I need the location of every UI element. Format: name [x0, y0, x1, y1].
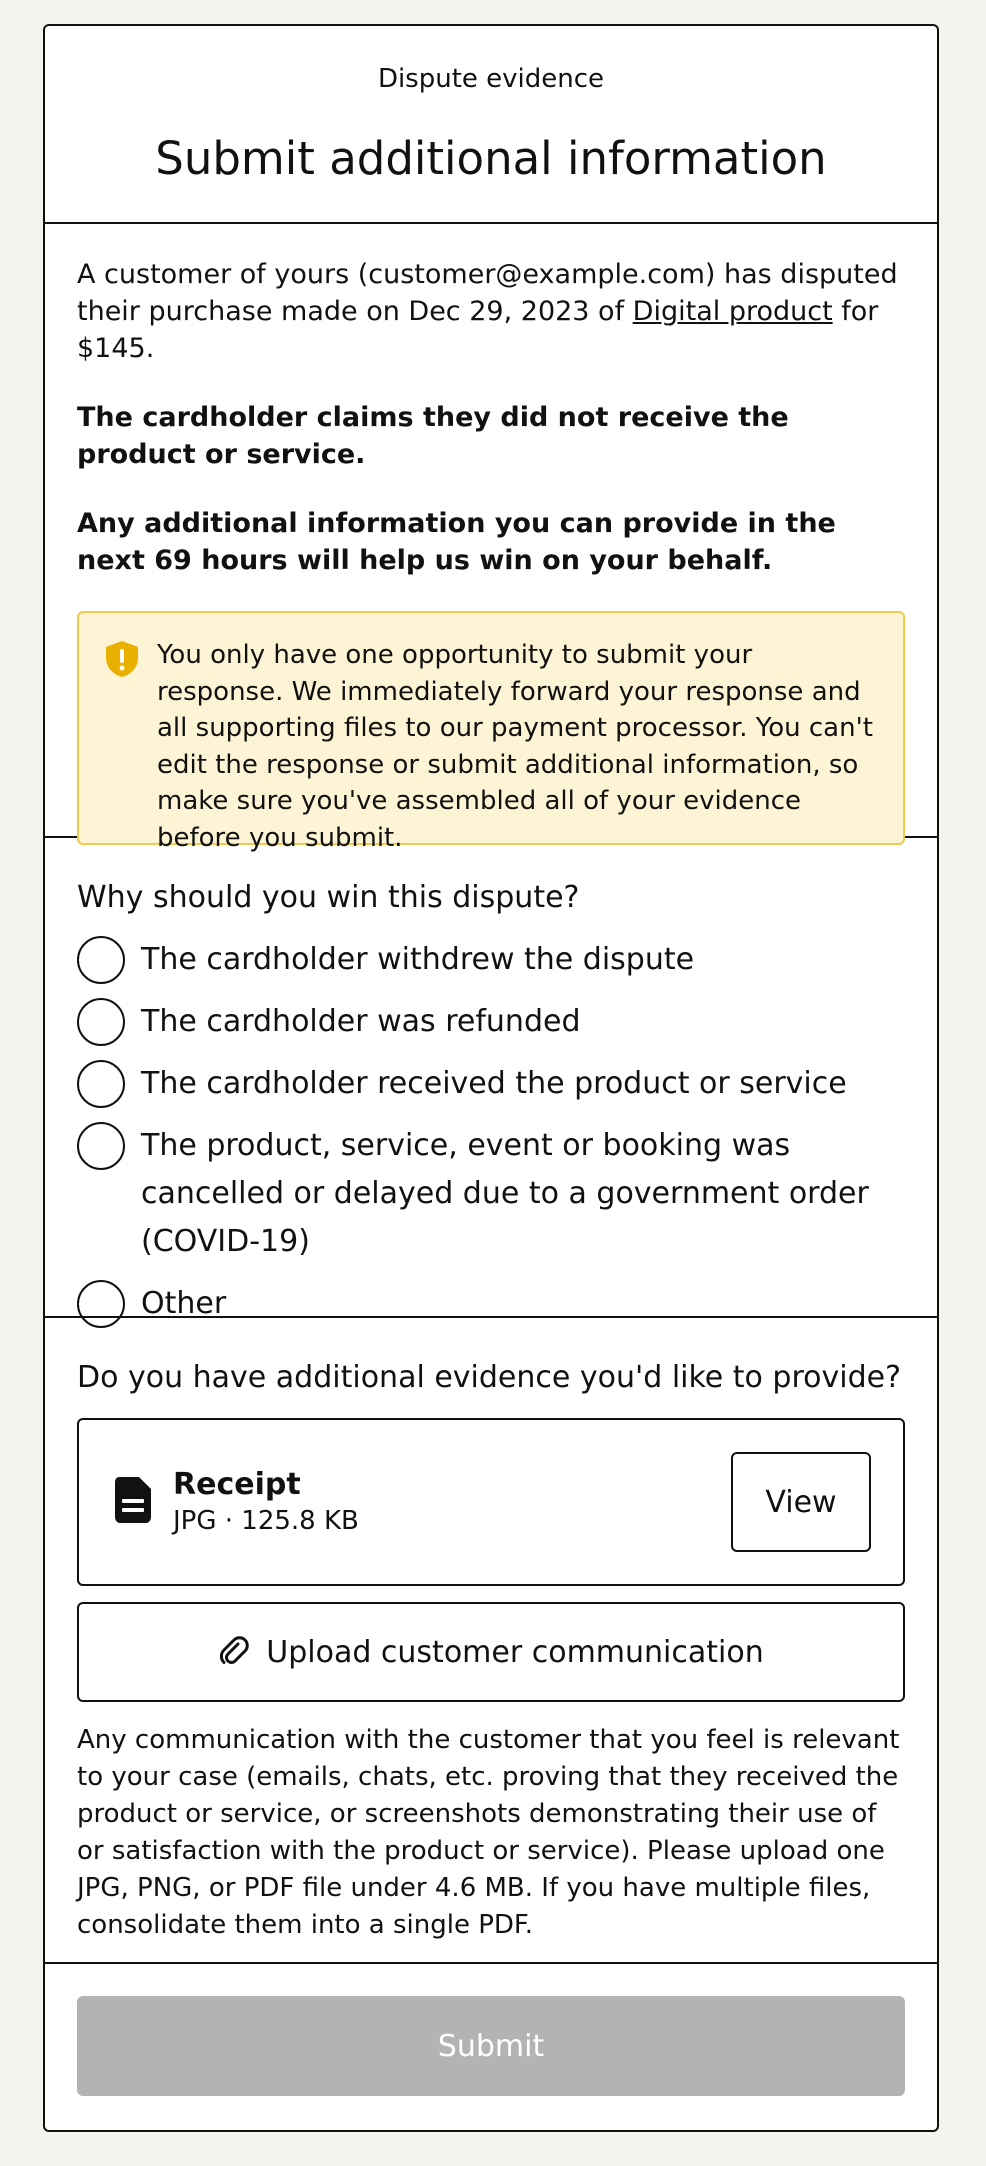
upload-help-text: Any communication with the customer that… — [77, 1725, 900, 1940]
upload-label: Upload customer communication — [266, 1634, 764, 1670]
radio-button[interactable] — [77, 1122, 125, 1170]
radio-label: The cardholder received the product or s… — [141, 1066, 847, 1101]
deadline-text: Any additional information you can provi… — [77, 508, 836, 576]
reason-option-refunded[interactable]: The cardholder was refunded — [77, 998, 905, 1046]
document-icon — [115, 1477, 151, 1527]
radio-button[interactable] — [77, 998, 125, 1046]
card-header: Dispute evidence Submit additional infor… — [45, 26, 937, 224]
view-button[interactable]: View — [731, 1452, 871, 1552]
dispute-card: Dispute evidence Submit additional infor… — [43, 24, 939, 2132]
radio-label: Other — [141, 1286, 227, 1321]
product-link[interactable]: Digital product — [633, 296, 833, 327]
card-footer: Submit — [45, 1964, 937, 2096]
paperclip-icon — [218, 1636, 250, 1668]
reason-section: Why should you win this dispute? The car… — [45, 838, 937, 1328]
claim-text: The cardholder claims they did not recei… — [77, 402, 789, 470]
radio-button[interactable] — [77, 1280, 125, 1328]
radio-label: The product, service, event or booking w… — [141, 1128, 869, 1259]
receipt-file: Receipt JPG · 125.8 KB View — [77, 1418, 905, 1586]
page-title: Submit additional information — [155, 132, 827, 185]
evidence-section: Do you have additional evidence you'd li… — [45, 1318, 937, 1964]
dispute-summary: A customer of yours (customer@example.co… — [45, 224, 937, 853]
file-info: JPG · 125.8 KB — [173, 1506, 359, 1536]
shield-alert-icon — [103, 637, 141, 843]
submit-button[interactable]: Submit — [77, 1996, 905, 2096]
dispute-description: A customer of yours (customer@example.co… — [77, 256, 905, 367]
reason-option-received[interactable]: The cardholder received the product or s… — [77, 1060, 905, 1108]
file-meta: Receipt JPG · 125.8 KB — [173, 1466, 731, 1538]
reason-option-cancelled[interactable]: The product, service, event or booking w… — [77, 1122, 905, 1266]
radio-label: The cardholder withdrew the dispute — [141, 942, 695, 977]
notice-text: You only have one opportunity to submit … — [157, 640, 873, 853]
upload-button[interactable]: Upload customer communication — [77, 1602, 905, 1702]
eyebrow: Dispute evidence — [377, 64, 605, 94]
radio-label: The cardholder was refunded — [141, 1004, 581, 1039]
file-name: Receipt — [173, 1467, 301, 1502]
radio-button[interactable] — [77, 936, 125, 984]
warning-notice: You only have one opportunity to submit … — [77, 611, 905, 853]
evidence-question: Do you have additional evidence you'd li… — [77, 1360, 902, 1395]
radio-button[interactable] — [77, 1060, 125, 1108]
reason-option-withdrew[interactable]: The cardholder withdrew the dispute — [77, 936, 905, 984]
reason-question: Why should you win this dispute? — [77, 880, 580, 915]
